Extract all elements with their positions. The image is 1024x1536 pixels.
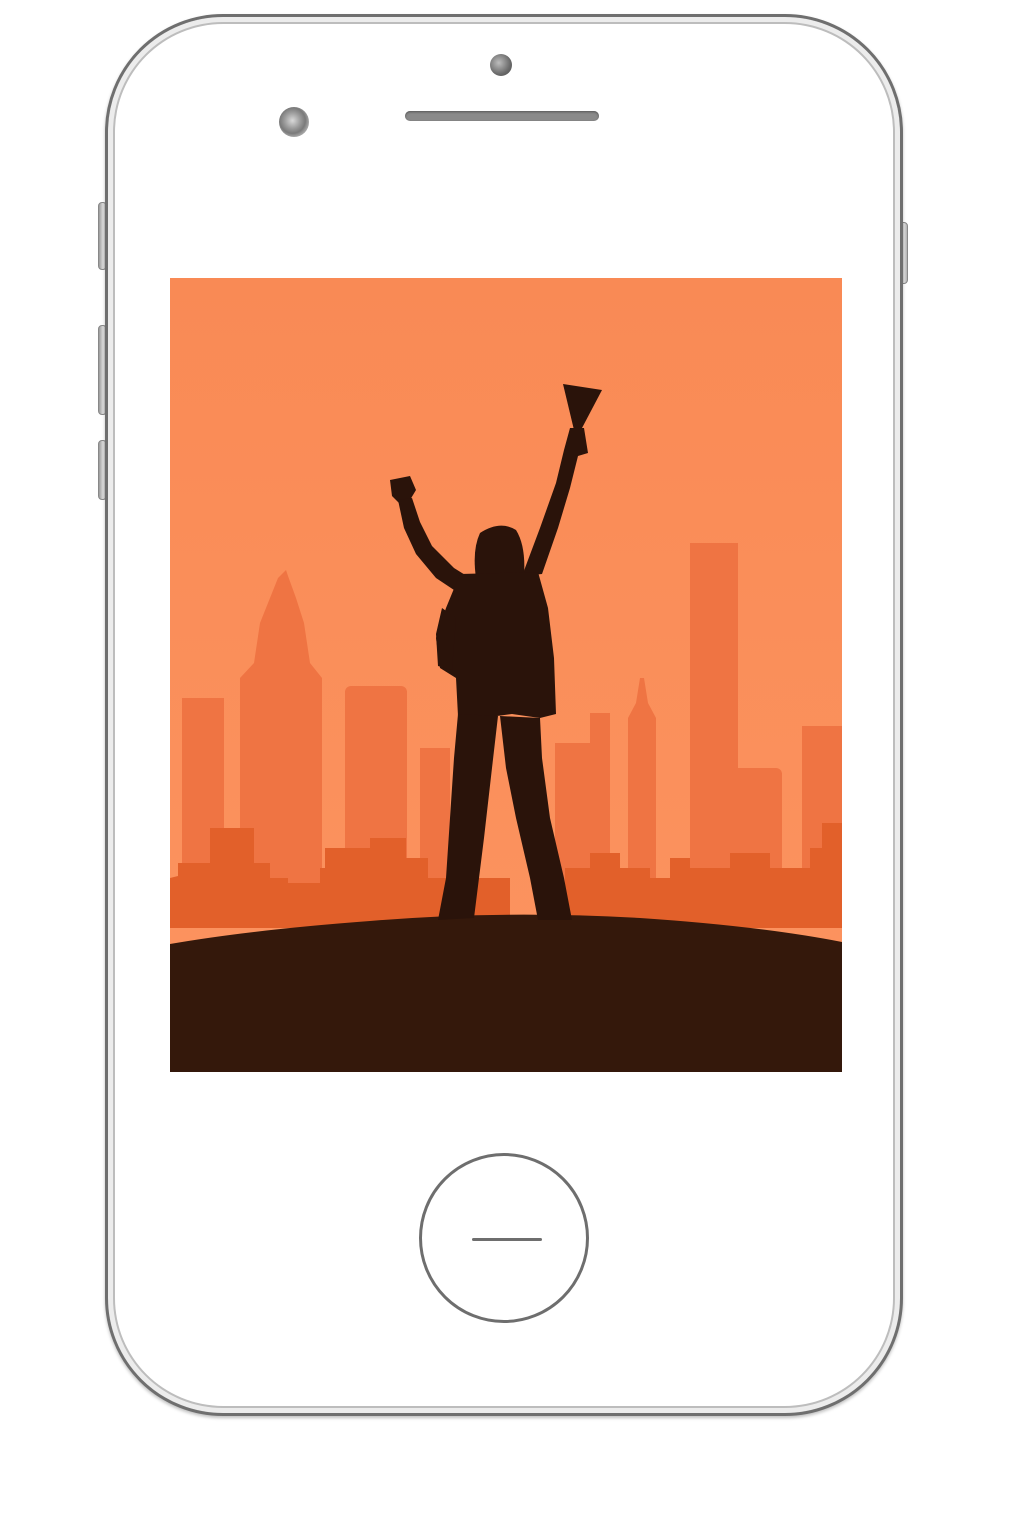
home-button-icon[interactable]: [419, 1153, 589, 1323]
screen-illustration: [170, 278, 842, 1072]
earpiece-speaker-icon: [405, 111, 599, 121]
front-camera-icon: [490, 54, 512, 76]
stage: [0, 0, 1024, 1536]
home-indicator-line: [472, 1238, 542, 1241]
proximity-sensor-icon: [279, 107, 309, 137]
ground-hill: [170, 914, 842, 1072]
phone-screen[interactable]: [170, 278, 842, 1072]
